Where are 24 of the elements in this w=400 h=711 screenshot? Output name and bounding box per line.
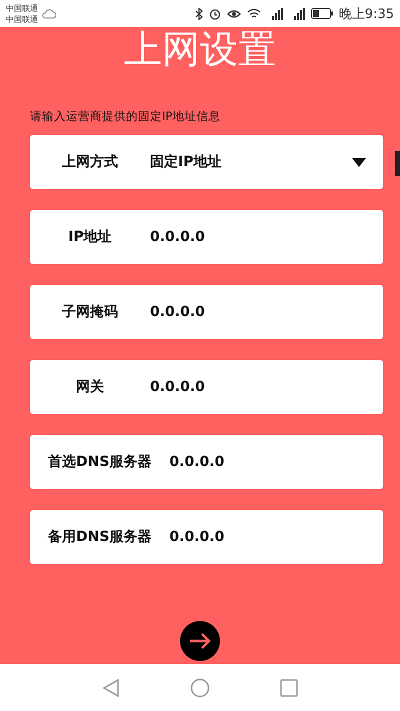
scroll-indicator — [395, 151, 400, 176]
arrow-right-icon — [189, 633, 211, 649]
clock-time: 晚上9:35 — [338, 6, 394, 22]
bluetooth-icon — [194, 8, 203, 20]
input-field[interactable]: 网关 0.0.0.0 — [30, 360, 383, 414]
back-icon[interactable] — [102, 678, 120, 698]
carrier-name: 中国联通 — [6, 14, 38, 24]
input-field[interactable]: 首选DNS服务器 0.0.0.0 — [30, 435, 383, 489]
dropdown-field[interactable]: 上网方式 固定IP地址 — [30, 135, 383, 189]
page-title: 上网设置 — [123, 27, 277, 71]
wifi-icon — [246, 8, 261, 20]
input-field[interactable]: 子网掩码 0.0.0.0 — [30, 285, 383, 339]
alarm-icon — [208, 8, 221, 20]
recents-icon[interactable] — [280, 678, 298, 696]
carrier-name: 中国联通 — [6, 2, 38, 14]
hint-text: 请输入运营商提供的固定IP地址信息 — [30, 109, 222, 124]
cloud-icon — [42, 8, 56, 18]
input-field[interactable]: 备用DNS服务器 0.0.0.0 — [30, 510, 383, 564]
caret-icon — [352, 158, 366, 166]
next-button[interactable] — [180, 621, 220, 661]
home-icon[interactable] — [190, 678, 210, 698]
eye-icon — [226, 8, 241, 20]
input-field[interactable]: IP地址 0.0.0.0 — [30, 210, 383, 264]
battery-icon — [310, 8, 333, 19]
